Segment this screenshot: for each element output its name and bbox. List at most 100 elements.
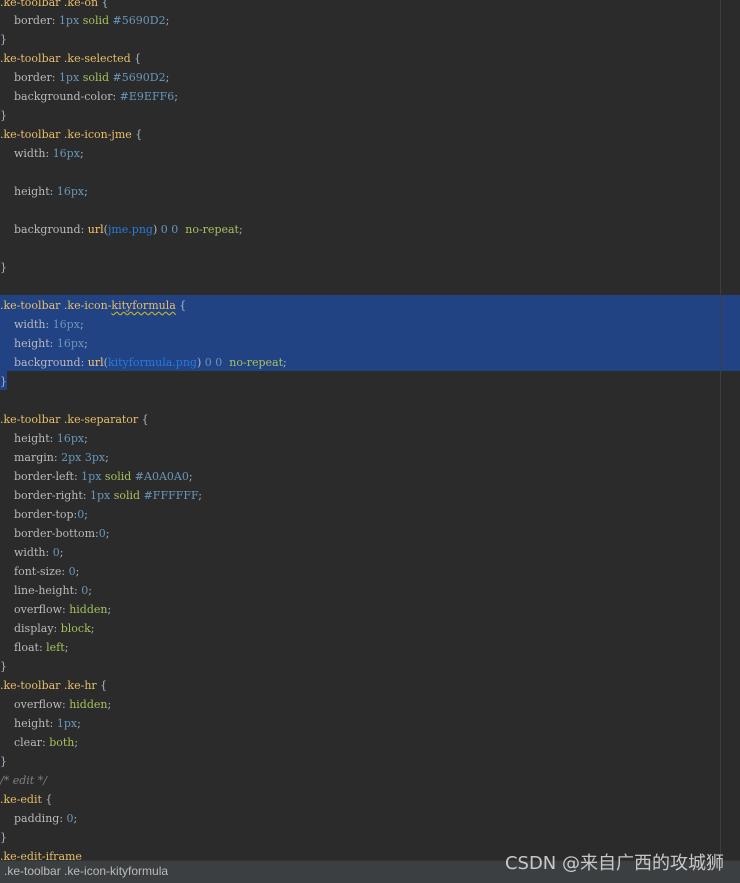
css-value: both — [49, 736, 75, 749]
code-line: height: 16px; — [14, 185, 88, 198]
code-line: font-size: 0; — [14, 565, 80, 578]
code-line: border-bottom:0; — [14, 527, 110, 540]
css-url: jme.png — [107, 223, 153, 236]
css-selector: .ke-toolbar .ke-hr — [0, 679, 97, 692]
code-line: border: 1px solid #5690D2; — [14, 71, 170, 84]
css-property: clear — [14, 736, 43, 749]
css-value: 0 — [52, 546, 60, 559]
css-value: 1px — [56, 717, 78, 730]
code-line: height: 1px; — [14, 717, 81, 730]
code-line: border-left: 1px solid #A0A0A0; — [14, 470, 193, 483]
css-selector: .ke-toolbar .ke-icon- — [0, 299, 112, 312]
css-property: border-bottom — [14, 527, 96, 540]
css-property: font-size — [14, 565, 62, 578]
code-line: border-right: 1px solid #FFFFFF; — [14, 489, 202, 502]
css-value: #5690D2 — [112, 71, 166, 84]
css-selector: .ke-edit-iframe — [0, 850, 82, 860]
code-line: clear: both; — [14, 736, 79, 749]
brace: } — [0, 660, 7, 673]
code-line: width: 16px; — [14, 318, 84, 331]
brace: } — [0, 33, 7, 46]
code-line: } — [0, 657, 7, 676]
code-line: } — [0, 752, 7, 771]
css-value: 16px — [52, 318, 80, 331]
brace: { — [131, 128, 143, 141]
css-value: 0 — [171, 223, 179, 236]
code-line: float: left; — [14, 641, 69, 654]
css-value: solid — [82, 71, 110, 84]
css-value: no-repeat — [185, 223, 239, 236]
css-selector: .ke-toolbar .ke-selected — [0, 52, 131, 65]
css-value: 0 — [98, 527, 106, 540]
code-line: border: 1px solid #5690D2; — [14, 14, 170, 27]
css-value: solid — [104, 470, 132, 483]
css-value: 16px — [52, 147, 80, 160]
brace: { — [175, 299, 187, 312]
css-property: height — [14, 337, 50, 350]
css-selector: .ke-toolbar .ke-separator — [0, 413, 139, 426]
code-line: padding: 0; — [14, 812, 78, 825]
css-value: 0 — [66, 812, 74, 825]
css-function: url — [87, 356, 104, 369]
code-line: } — [0, 106, 7, 125]
code-line: } — [0, 258, 7, 277]
css-property: border — [14, 14, 52, 27]
css-property: overflow — [14, 698, 62, 711]
code-line: overflow: hidden; — [14, 603, 112, 616]
css-property: width — [14, 318, 46, 331]
css-selector-typo: kityformula — [111, 299, 176, 312]
css-value: left — [46, 641, 65, 654]
css-value: solid — [113, 489, 141, 502]
css-value: 1px — [58, 71, 80, 84]
css-value: 16px — [56, 432, 85, 445]
code-line: margin: 2px 3px; — [14, 451, 109, 464]
breadcrumb[interactable]: .ke-toolbar .ke-icon-kityformula — [4, 864, 168, 878]
brace: } — [0, 831, 7, 844]
css-property: border-top — [14, 508, 74, 521]
css-value: 0 — [215, 356, 223, 369]
right-margin-guide — [720, 0, 721, 860]
code-editor[interactable]: .ke-toolbar .ke-on { border: 1px solid #… — [0, 0, 740, 860]
css-selector: .ke-edit — [0, 793, 42, 806]
css-property: line-height — [14, 584, 75, 597]
code-line: .ke-edit { — [0, 790, 52, 809]
css-value: #5690D2 — [112, 14, 166, 27]
brace: } — [0, 261, 7, 274]
brace: { — [41, 793, 53, 806]
css-property: background-color — [14, 90, 113, 103]
css-comment: /* edit */ — [0, 774, 47, 787]
brace: } — [0, 375, 7, 388]
css-property: background — [14, 356, 81, 369]
css-selector: .ke-toolbar .ke-icon-jme — [0, 128, 132, 141]
code-line: .ke-toolbar .ke-hr { — [0, 676, 107, 695]
code-line: height: 16px; — [14, 432, 88, 445]
css-value: 0 — [68, 565, 76, 578]
css-property: margin — [14, 451, 54, 464]
css-value: 16px — [56, 337, 85, 350]
css-value: hidden — [69, 603, 108, 616]
css-property: height — [14, 432, 50, 445]
css-value: 0 — [160, 223, 168, 236]
code-line: .ke-toolbar .ke-separator { — [0, 410, 149, 429]
css-property: height — [14, 185, 50, 198]
css-value: 1px — [89, 489, 111, 502]
code-line: .ke-toolbar .ke-icon-jme { — [0, 125, 142, 144]
css-property: border-right — [14, 489, 83, 502]
css-value: #A0A0A0 — [134, 470, 189, 483]
css-value: solid — [82, 14, 110, 27]
code-line: overflow: hidden; — [14, 698, 112, 711]
css-value: 1px — [81, 470, 102, 483]
code-line: width: 16px; — [14, 147, 84, 160]
css-value: 1px — [58, 14, 80, 27]
brace: { — [96, 679, 108, 692]
css-value: 2px — [61, 451, 82, 464]
code-line: height: 16px; — [14, 337, 88, 350]
css-value: hidden — [69, 698, 108, 711]
code-line: .ke-edit-iframe — [0, 847, 82, 860]
code-line: } — [0, 828, 7, 847]
css-property: display — [14, 622, 54, 635]
css-value: 0 — [204, 356, 212, 369]
css-value: #E9EFF6 — [119, 90, 175, 103]
code-line: .ke-toolbar .ke-selected { — [0, 49, 141, 68]
css-value: block — [60, 622, 91, 635]
